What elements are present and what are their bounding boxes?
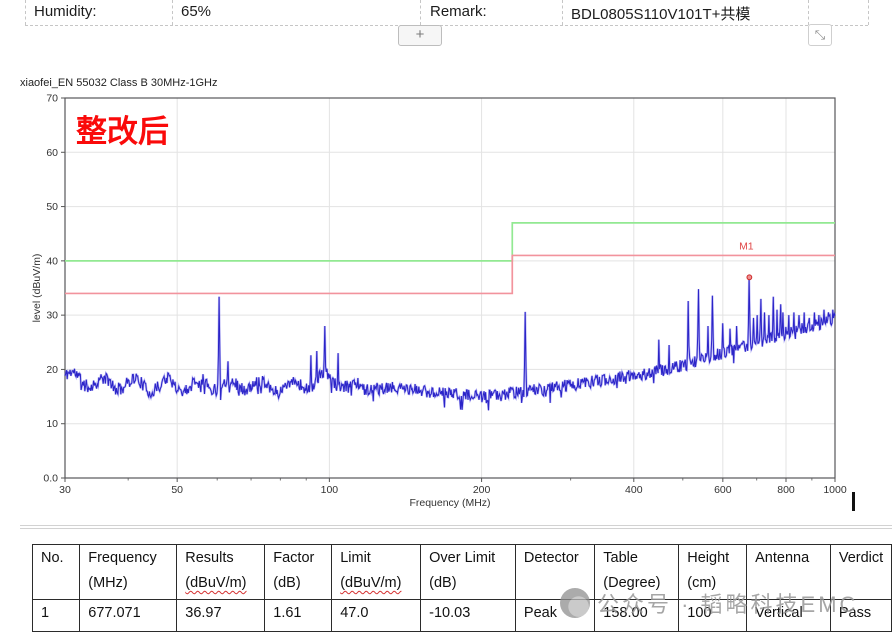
y-tick-label: 40: [46, 255, 58, 267]
column-header: Results(dBuV/m): [177, 545, 265, 600]
remark-value-field[interactable]: BDL0805S110V101T+共模: [571, 3, 750, 24]
cell-border: [172, 0, 173, 25]
table-cell: 1: [33, 600, 80, 632]
text-cursor: [852, 492, 855, 511]
x-tick-label: 1000: [823, 484, 847, 496]
column-header: Frequency(MHz): [80, 545, 177, 600]
chart-title: xiaofei_EN 55032 Class B 30MHz-1GHz: [20, 77, 217, 89]
table-cell: 100: [679, 600, 747, 632]
plot-border: [65, 98, 835, 478]
table-cell: Vertical: [747, 600, 831, 632]
table-cell: Peak: [515, 600, 594, 632]
y-tick-label: 0.0: [43, 473, 58, 485]
top-info-bar: Humidity: 65% Remark: BDL0805S110V101T+共…: [0, 0, 892, 26]
cell-border: [25, 25, 868, 26]
y-tick-label: 30: [46, 310, 58, 322]
y-tick-label: 10: [46, 418, 58, 430]
marker-dot: [747, 275, 752, 280]
column-header: Limit(dBuV/m): [332, 545, 421, 600]
results-table: No.Frequency(MHz)Results(dBuV/m)Factor(d…: [32, 544, 892, 632]
x-tick-label: 800: [777, 484, 795, 496]
x-tick-label: 400: [625, 484, 643, 496]
column-header: Verdict: [830, 545, 891, 600]
y-tick-label: 60: [46, 147, 58, 159]
cell-border: [420, 0, 421, 25]
column-header: Detector: [515, 545, 594, 600]
table-row: 1677.07136.971.6147.0-10.03Peak158.00100…: [33, 600, 892, 632]
splitter-divider[interactable]: [20, 525, 892, 529]
annotation-text: 整改后: [76, 114, 169, 149]
emission-spectrum-chart: 0.0 10 20 30 40 50 60 70 30 50 100 200 400 600 800 1000…: [0, 60, 892, 520]
table-cell: 677.071: [80, 600, 177, 632]
x-tick-label: 100: [321, 484, 339, 496]
column-header: No.: [33, 545, 80, 600]
y-tick-label: 20: [46, 364, 58, 376]
x-tick-label: 600: [714, 484, 732, 496]
table-cell: Pass: [830, 600, 891, 632]
cell-border: [808, 0, 809, 25]
x-axis-label: Frequency (MHz): [409, 497, 490, 509]
table-header-row: No.Frequency(MHz)Results(dBuV/m)Factor(d…: [33, 545, 892, 600]
column-header: Antenna: [747, 545, 831, 600]
expand-icon[interactable]: ⤡: [808, 24, 832, 46]
humidity-value-field[interactable]: 65%: [181, 3, 211, 20]
table-cell: -10.03: [421, 600, 516, 632]
x-tick-label: 50: [171, 484, 183, 496]
y-axis-label: level (dBuV/m): [31, 254, 43, 323]
y-tick-label: 50: [46, 201, 58, 213]
cell-border: [562, 0, 563, 25]
add-row-button[interactable]: +: [398, 25, 442, 46]
table-cell: 1.61: [265, 600, 332, 632]
humidity-label: Humidity:: [34, 3, 97, 20]
table-cell: 36.97: [177, 600, 265, 632]
column-header: Over Limit(dB): [421, 545, 516, 600]
x-tick-label: 30: [59, 484, 71, 496]
column-header: Factor(dB): [265, 545, 332, 600]
cell-border: [25, 0, 26, 25]
y-tick-label: 70: [46, 93, 58, 105]
x-tick-label: 200: [473, 484, 491, 496]
marker-label: M1: [739, 240, 754, 252]
remark-label: Remark:: [430, 3, 487, 20]
table-cell: 158.00: [595, 600, 679, 632]
column-header: Table(Degree): [595, 545, 679, 600]
cell-border: [868, 0, 869, 25]
table-cell: 47.0: [332, 600, 421, 632]
column-header: Height(cm): [679, 545, 747, 600]
